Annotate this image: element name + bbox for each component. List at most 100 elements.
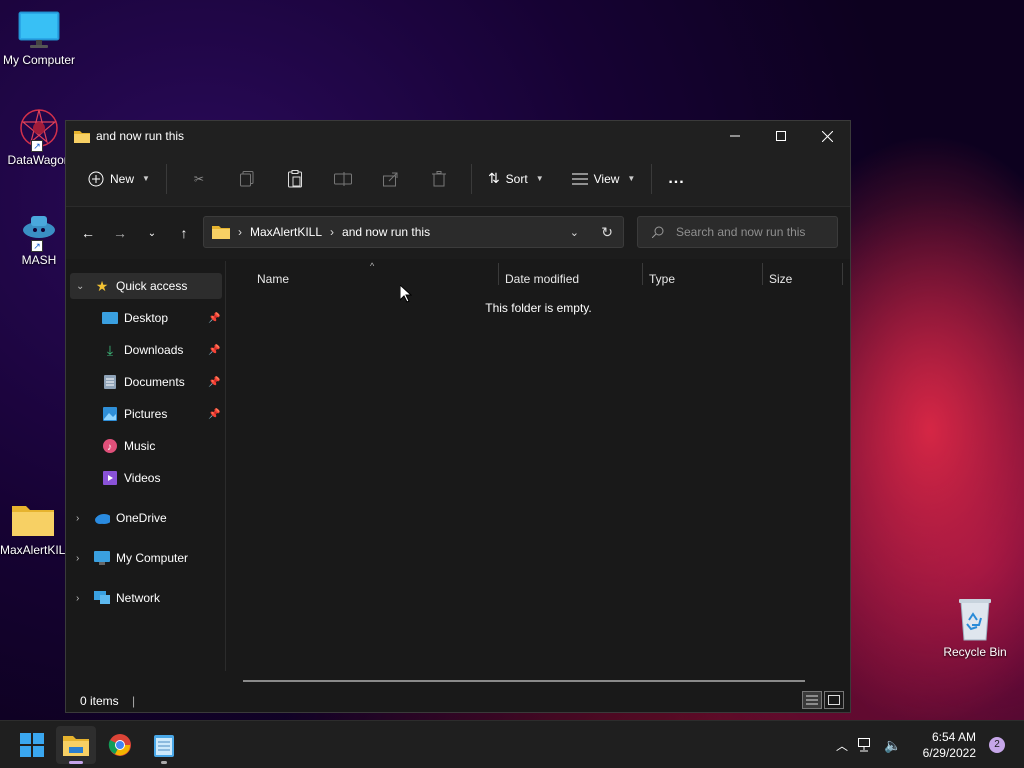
- new-button[interactable]: New ▼: [80, 163, 158, 195]
- sort-button[interactable]: ⇅ Sort ▼: [480, 163, 552, 195]
- volume-icon[interactable]: 🔈: [884, 737, 901, 754]
- pin-icon[interactable]: 📌: [208, 377, 220, 388]
- search-box[interactable]: Search and now run this: [637, 216, 838, 248]
- item-count: 0 items: [80, 694, 119, 708]
- chevron-right-icon[interactable]: ›: [76, 593, 79, 604]
- taskbar-chrome[interactable]: [100, 726, 140, 764]
- folder-icon: [63, 734, 89, 756]
- new-label: New: [110, 171, 135, 186]
- system-tray: ︿ 🔈: [836, 721, 901, 768]
- title-bar[interactable]: and now run this: [66, 121, 850, 151]
- sidebar-item-pictures[interactable]: Pictures 📌: [102, 401, 222, 427]
- sidebar-item-label: Videos: [124, 471, 161, 485]
- sidebar-item-videos[interactable]: Videos: [102, 465, 222, 491]
- view-button[interactable]: View ▼: [564, 163, 644, 195]
- view-label: View: [593, 171, 620, 186]
- minimize-button[interactable]: [712, 121, 758, 151]
- plus-circle-icon: [88, 171, 104, 187]
- pictures-icon: [102, 407, 118, 421]
- sidebar-item-music[interactable]: ♪ Music: [102, 433, 222, 459]
- sort-label: Sort: [505, 171, 528, 186]
- folder-icon: [10, 500, 56, 540]
- shortcut-arrow-icon: ↗: [31, 140, 43, 152]
- sidebar-item-label: My Computer: [116, 551, 189, 565]
- refresh-icon[interactable]: ↻: [601, 224, 613, 241]
- sidebar-item-onedrive[interactable]: › OneDrive: [70, 505, 222, 531]
- pin-icon[interactable]: 📌: [208, 313, 220, 324]
- desktop-icon-recycle-bin[interactable]: Recycle Bin: [936, 596, 1014, 659]
- horizontal-scrollbar[interactable]: [243, 680, 805, 682]
- desktop-icon-label: Recycle Bin: [943, 645, 1007, 659]
- file-list-area[interactable]: Name ^ Date modified Type Size This fold…: [227, 261, 850, 681]
- forward-button[interactable]: →: [104, 217, 136, 249]
- up-button[interactable]: ↑: [168, 217, 200, 249]
- column-divider[interactable]: [842, 263, 843, 285]
- back-button[interactable]: ←: [72, 217, 104, 249]
- more-label: ...: [668, 169, 685, 187]
- chevron-up-icon[interactable]: ︿: [836, 737, 848, 754]
- address-bar[interactable]: › MaxAlertKILL › and now run this ⌄ ↻: [203, 216, 624, 248]
- desktop-icon-maxalertkill[interactable]: MaxAlertKILL: [0, 500, 66, 557]
- chrome-icon: [108, 733, 132, 757]
- chevron-right-icon[interactable]: ›: [76, 553, 79, 564]
- column-label: Name: [257, 272, 290, 286]
- taskbar-notepad[interactable]: [144, 726, 184, 764]
- chevron-down-icon: ▼: [535, 174, 544, 183]
- windows-logo-icon: [20, 733, 44, 757]
- breadcrumb-maxalertkill[interactable]: MaxAlertKILL: [250, 225, 322, 239]
- file-explorer-window: and now run this New ▼ ✂ ⇅ Sort ▼ View ▼: [65, 120, 851, 713]
- column-header-size[interactable]: Size: [769, 267, 839, 291]
- paste-icon[interactable]: [271, 163, 319, 195]
- sidebar-item-network[interactable]: › Network: [70, 585, 222, 611]
- column-divider[interactable]: [762, 263, 763, 285]
- delete-icon[interactable]: [415, 163, 463, 195]
- sidebar-item-desktop[interactable]: Desktop 📌: [102, 305, 222, 331]
- sort-icon: ⇅: [487, 170, 500, 186]
- sidebar-item-label: Network: [116, 591, 161, 605]
- clock-time: 6:54 AM: [931, 730, 976, 744]
- pin-icon[interactable]: 📌: [208, 345, 220, 356]
- taskbar-clock[interactable]: 6:54 AM 6/29/2022: [923, 729, 976, 761]
- sidebar-item-label: OneDrive: [116, 511, 167, 525]
- chevron-down-icon[interactable]: ⌄: [570, 226, 579, 239]
- share-icon[interactable]: [367, 163, 415, 195]
- column-header-date-modified[interactable]: Date modified: [505, 267, 641, 291]
- running-indicator: [161, 761, 167, 764]
- sidebar-item-documents[interactable]: Documents 📌: [102, 369, 222, 395]
- recycle-bin-icon: [955, 596, 995, 642]
- maximize-button[interactable]: [758, 121, 804, 151]
- status-bar: 0 items |: [80, 694, 135, 708]
- details-view-button[interactable]: [802, 691, 822, 709]
- taskbar-file-explorer[interactable]: [56, 726, 96, 764]
- download-icon: ⤓: [106, 341, 114, 358]
- copy-icon[interactable]: [223, 163, 271, 195]
- column-divider[interactable]: [642, 263, 643, 285]
- rename-icon[interactable]: [319, 163, 367, 195]
- cut-icon[interactable]: ✂: [175, 163, 223, 195]
- recent-locations-button[interactable]: ⌄: [136, 217, 168, 249]
- column-label: Size: [769, 272, 793, 286]
- desktop-icon-my-computer[interactable]: My Computer: [0, 10, 78, 67]
- more-options-button[interactable]: ...: [660, 163, 692, 195]
- network-status-icon[interactable]: [858, 738, 874, 752]
- document-icon: [102, 375, 118, 389]
- sidebar-item-quick-access[interactable]: ⌄ ★ Quick access: [70, 273, 222, 299]
- sort-ascending-icon: ^: [370, 261, 375, 271]
- notification-badge[interactable]: 2: [989, 737, 1005, 753]
- pin-icon[interactable]: 📌: [208, 409, 220, 420]
- breadcrumb-current-folder[interactable]: and now run this: [342, 225, 430, 239]
- column-divider[interactable]: [498, 263, 499, 285]
- chevron-right-icon[interactable]: ›: [76, 513, 79, 524]
- shortcut-arrow-icon: ↗: [31, 240, 43, 252]
- sidebar-item-downloads[interactable]: ⤓ Downloads 📌: [102, 337, 222, 363]
- column-header-type[interactable]: Type: [649, 267, 761, 291]
- active-indicator: [69, 761, 83, 764]
- toolbar-divider: [470, 163, 472, 194]
- start-button[interactable]: [12, 726, 52, 764]
- close-button[interactable]: [804, 121, 850, 151]
- large-icons-view-button[interactable]: [824, 691, 844, 709]
- column-header-name[interactable]: Name: [257, 267, 497, 291]
- sidebar-item-my-computer[interactable]: › My Computer: [70, 545, 222, 571]
- sidebar-item-label: Quick access: [116, 279, 188, 293]
- desktop-icon-label: MaxAlertKILL: [0, 543, 66, 557]
